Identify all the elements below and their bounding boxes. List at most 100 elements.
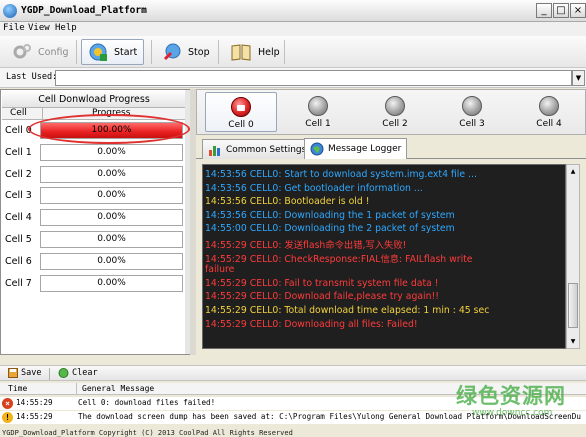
stop-led-icon [231, 97, 251, 117]
cell-row-label: Cell 3 [5, 190, 32, 201]
toolbar-separator [49, 368, 50, 380]
cell-row-label: Cell 7 [5, 278, 32, 289]
cell-status-strip: Cell 0 Cell 1 Cell 2 Cell 3 Cell 4 [196, 89, 586, 135]
column-divider [42, 108, 43, 120]
cell-2-button[interactable]: Cell 2 [359, 92, 431, 132]
help-button[interactable]: Help [224, 39, 286, 65]
watermark-text: 绿色资源网 [456, 384, 566, 408]
idle-led-icon [385, 96, 405, 116]
warning-icon: ! [2, 412, 13, 423]
log-line: 14:53:56 CELL0: Downloading the 1 packet… [205, 209, 455, 221]
cell-2-label: Cell 2 [382, 119, 408, 129]
idle-led-icon [462, 96, 482, 116]
stop-icon [163, 43, 181, 61]
progress-bar: 0.00% [40, 253, 183, 270]
clear-button[interactable]: Clear [58, 368, 98, 378]
column-time: Time [8, 384, 28, 393]
cell-3-label: Cell 3 [459, 119, 485, 129]
toolbar-separator [151, 40, 152, 64]
log-line: failure [205, 264, 235, 276]
menu-file[interactable]: File [3, 23, 25, 33]
cell-row-label: Cell 5 [5, 234, 32, 245]
cell-row-label: Cell 6 [5, 256, 32, 267]
log-scrollbar[interactable]: ▲ ▼ [566, 164, 580, 349]
column-cell: Cell [10, 108, 27, 118]
cell-3-button[interactable]: Cell 3 [436, 92, 508, 132]
cell-1-label: Cell 1 [305, 119, 331, 129]
clear-icon [58, 368, 69, 378]
cell-4-button[interactable]: Cell 4 [513, 92, 585, 132]
tab-message-logger-label: Message Logger [328, 144, 402, 154]
tab-common-settings-label: Common Settings [226, 144, 307, 155]
menu-help[interactable]: Help [55, 23, 77, 33]
chart-icon [209, 145, 220, 156]
maximize-button[interactable]: □ [553, 3, 569, 18]
last-used-combobox[interactable] [55, 70, 572, 86]
config-label: Config [38, 46, 69, 58]
start-button[interactable]: Start [81, 39, 145, 65]
toolbar-separator [76, 40, 77, 64]
message-toolbar: Save Clear [0, 365, 586, 381]
toolbar-separator [218, 40, 219, 64]
app-icon [3, 4, 17, 18]
menu-view[interactable]: View [28, 23, 50, 33]
cell-row-label: Cell 2 [5, 169, 32, 180]
cell-row-label: Cell 1 [5, 147, 32, 158]
main-toolbar: Config Start Stop Help [0, 36, 586, 68]
log-line: 14:55:29 CELL0: 发送flash命令出错,写入失败! [205, 240, 407, 251]
log-line: 14:55:29 CELL0: Downloading all files: F… [205, 318, 418, 330]
scroll-thumb[interactable] [568, 283, 578, 328]
toolbar-separator [284, 40, 285, 64]
progress-bar: 0.00% [40, 187, 183, 204]
start-icon [89, 43, 107, 61]
message-time: 14:55:29 [16, 412, 53, 421]
tab-common-settings[interactable]: Common Settings [202, 139, 313, 159]
progress-bar: 0.00% [40, 209, 183, 226]
idle-led-icon [308, 96, 328, 116]
progress-bar: 0.00% [40, 166, 183, 183]
log-line: 14:55:29 CELL0: Fail to transmit system … [205, 277, 439, 289]
column-divider [76, 383, 77, 395]
log-line: 14:55:29 CELL0: CheckResponse:FIAL信息: FA… [205, 253, 473, 265]
cell-0-button[interactable]: Cell 0 [205, 92, 277, 132]
last-used-label: Last Used: [6, 72, 58, 82]
log-line: 14:55:29 CELL0: Total download time elap… [205, 305, 490, 316]
scroll-up-icon[interactable]: ▲ [568, 166, 578, 177]
message-log: 14:53:56 CELL0: Start to download system… [202, 164, 566, 349]
minimize-button[interactable]: _ [536, 3, 552, 18]
book-icon [231, 44, 251, 61]
help-label: Help [258, 46, 280, 58]
cell-4-label: Cell 4 [536, 119, 562, 129]
log-line: 14:53:56 CELL0: Start to download system… [205, 169, 477, 180]
save-button[interactable]: Save [8, 368, 41, 378]
progress-bar: 0.00% [40, 275, 183, 292]
last-used-bar: Last Used: ▼ [0, 68, 586, 88]
idle-led-icon [539, 96, 559, 116]
title-bar: YGDP_Download_Platform _ □ × [0, 0, 586, 22]
close-button[interactable]: × [570, 3, 586, 18]
log-line: 14:55:00 CELL0: Downloading the 2 packet… [205, 223, 455, 235]
stop-button[interactable]: Stop [156, 39, 216, 65]
progress-bar: 0.00% [40, 144, 183, 161]
save-icon [8, 368, 18, 378]
cell-row-label: Cell 4 [5, 212, 32, 223]
globe-icon [310, 142, 324, 156]
config-button[interactable]: Config [6, 39, 74, 65]
scroll-down-icon[interactable]: ▼ [568, 336, 578, 347]
highlight-annotation [28, 114, 190, 144]
log-line: 14:53:56 CELL0: Get bootloader informati… [205, 182, 423, 194]
menu-bar: File View Help [0, 22, 586, 36]
message-text: Cell 0: download files failed! [78, 398, 216, 407]
column-general-message: General Message [82, 384, 155, 393]
progress-panel-title: Cell Donwload Progress [2, 91, 186, 108]
chevron-down-icon[interactable]: ▼ [572, 70, 585, 86]
tab-message-logger[interactable]: Message Logger [304, 138, 408, 159]
cell-1-button[interactable]: Cell 1 [282, 92, 354, 132]
clear-label: Clear [72, 368, 98, 378]
log-line: 14:55:29 CELL0: Download faile,please tr… [205, 291, 439, 303]
cell-0-label: Cell 0 [228, 120, 254, 130]
log-line: 14:53:56 CELL0: Bootloader is old ! [205, 196, 370, 208]
start-label: Start [114, 46, 138, 58]
save-label: Save [21, 368, 42, 378]
window-title: YGDP_Download_Platform [21, 5, 147, 16]
